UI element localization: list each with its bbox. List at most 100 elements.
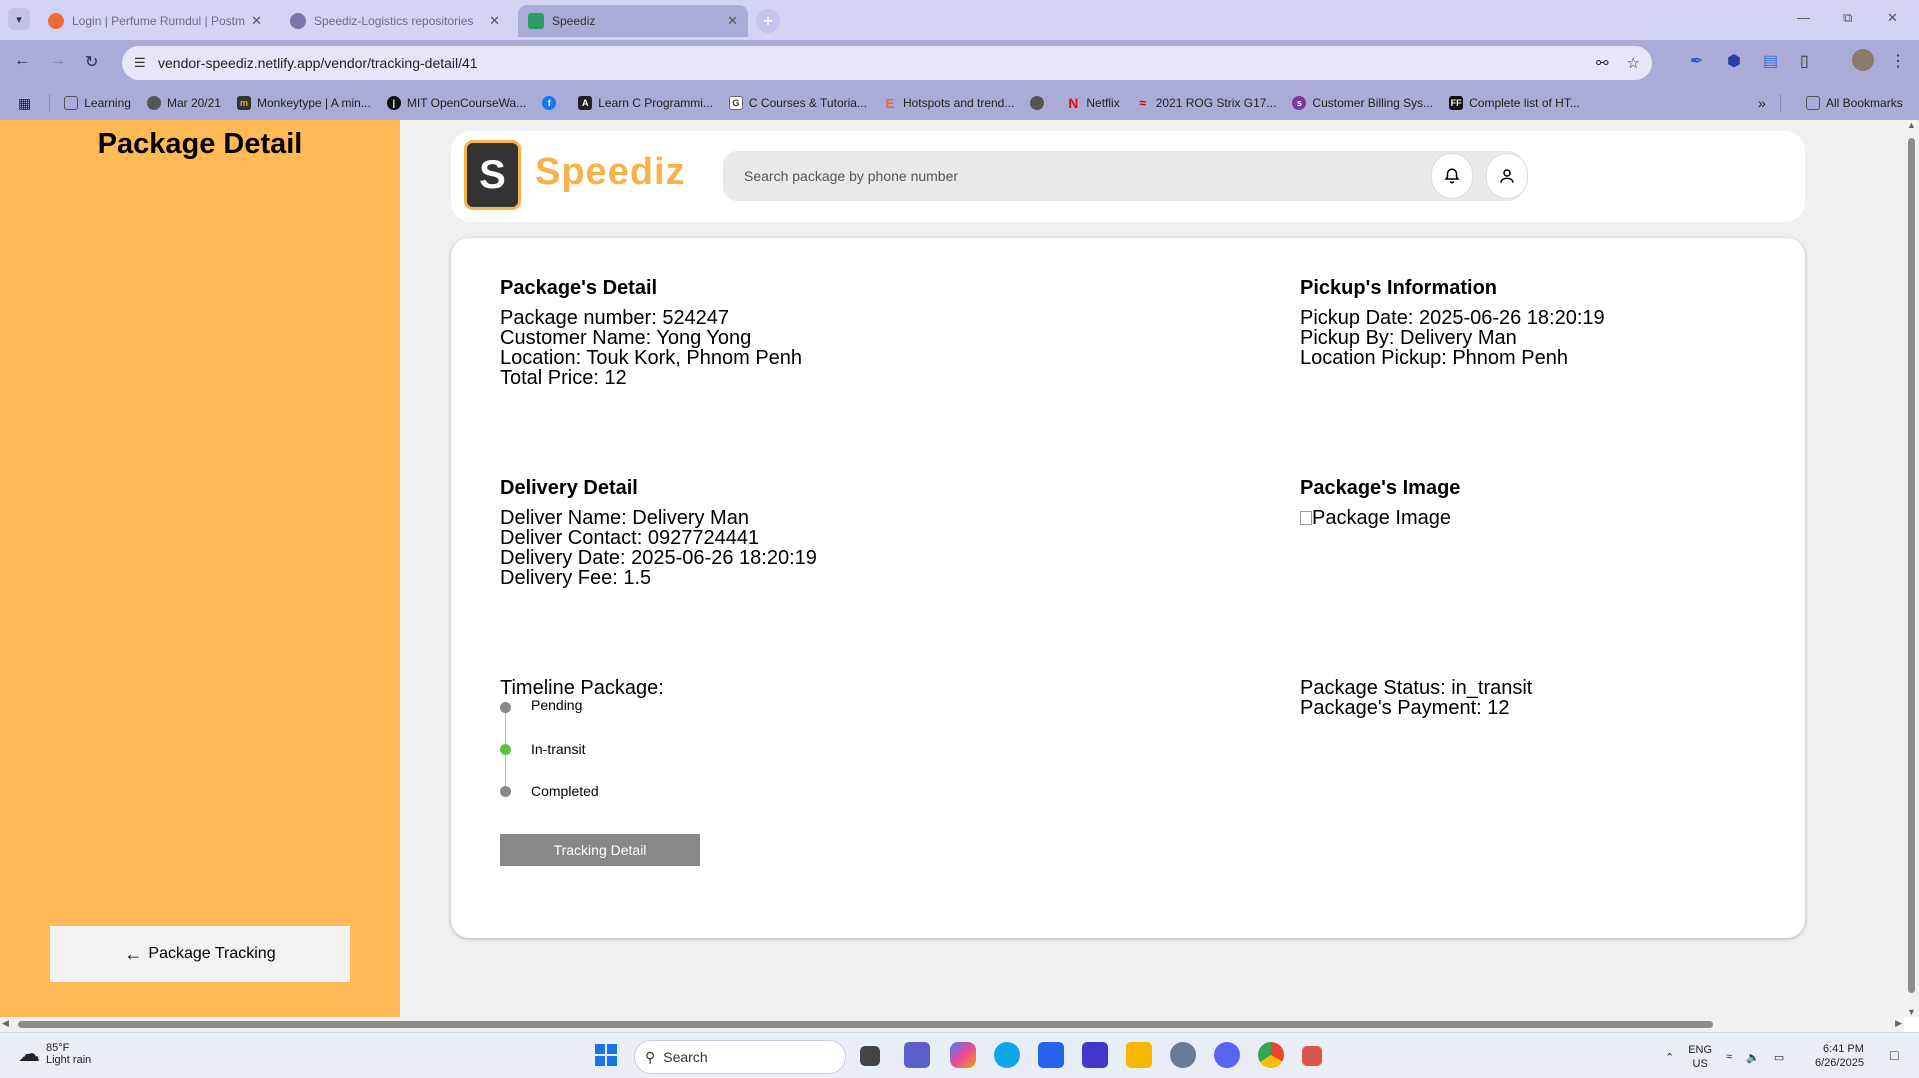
back-to-package-tracking-button[interactable]: ← Package Tracking — [50, 926, 350, 982]
scroll-up-icon[interactable]: ▲ — [1907, 120, 1916, 130]
battery-icon[interactable]: ▭ — [1774, 1051, 1784, 1064]
browser-tab-perfume[interactable]: Login | Perfume Rumdul | Postm ✕ — [38, 5, 272, 37]
tracking-detail-card: Package's Detail Package number: 524247 … — [451, 238, 1805, 938]
extensions-puzzle-icon[interactable]: ▯ — [1800, 51, 1809, 71]
package-number: Package number: 524247 — [500, 307, 730, 329]
tab-search-dropdown[interactable]: ▾ — [8, 8, 30, 30]
bookmark-hotspots[interactable]: E Hotspots and trend... — [883, 96, 1015, 111]
scroll-right-icon[interactable]: ▶ — [1895, 1018, 1902, 1029]
search-icon: ⚲ — [645, 1048, 656, 1065]
extension-pen-icon[interactable]: ✒ — [1690, 51, 1703, 71]
reload-icon[interactable]: ↻ — [85, 52, 98, 72]
notification-button[interactable] — [1431, 153, 1473, 199]
bookmark-rog[interactable]: ≈2021 ROG Strix G17... — [1136, 96, 1276, 110]
logo-letter: S — [479, 152, 506, 197]
horizontal-scrollbar[interactable]: ◀ ▶ — [0, 1017, 1904, 1032]
search-package-input[interactable] — [723, 151, 1523, 201]
close-tab-icon[interactable]: ✕ — [489, 13, 500, 29]
store-icon[interactable] — [1038, 1042, 1064, 1068]
task-view-icon[interactable] — [860, 1046, 880, 1066]
bookmark-label: Customer Billing Sys... — [1312, 96, 1434, 110]
step-label: Pending — [531, 697, 583, 713]
wifi-icon[interactable]: ≈ — [1726, 1051, 1732, 1063]
location-pickup: Location Pickup: Phnom Penh — [1300, 347, 1568, 369]
browser-menu-icon[interactable]: ⋮ — [1890, 51, 1906, 71]
step-dot-icon — [500, 785, 511, 797]
timeline-step-completed: Completed — [500, 770, 599, 812]
browser-tab-repositories[interactable]: Speediz-Logistics repositories ✕ — [280, 5, 510, 37]
location: Location: Touk Kork, Phnom Penh — [500, 347, 803, 369]
bookmark-monkeytype[interactable]: m Monkeytype | A min... — [236, 96, 371, 110]
bookmark-star-icon[interactable]: ☆ — [1627, 54, 1640, 72]
tab-title: Speediz — [552, 14, 596, 28]
vscode-icon[interactable] — [1082, 1042, 1108, 1068]
speediz-logo-icon[interactable]: S — [464, 140, 521, 210]
bell-icon — [1444, 168, 1460, 184]
bookmark-billing[interactable]: s Customer Billing Sys... — [1292, 96, 1433, 110]
all-bookmarks[interactable]: All Bookmarks — [1806, 96, 1903, 110]
taskbar-search[interactable]: ⚲ Search — [634, 1040, 846, 1074]
bookmark-facebook[interactable]: f — [542, 96, 562, 110]
minimize-icon[interactable]: — — [1797, 10, 1810, 25]
input-language[interactable]: ENG US — [1688, 1043, 1712, 1071]
edge-icon[interactable] — [994, 1042, 1020, 1068]
site-settings-icon[interactable]: ☰ — [134, 55, 146, 71]
forward-icon[interactable]: → — [50, 52, 66, 70]
step-dot-icon — [500, 701, 511, 713]
bookmark-learn-c[interactable]: A Learn C Programmi... — [578, 96, 713, 110]
pickup-info-section: Pickup's Information Pickup Date: 2025-0… — [1300, 278, 1605, 368]
browser-tab-speediz[interactable]: Speediz ✕ — [518, 5, 748, 37]
scrollbar-thumb[interactable] — [18, 1021, 1713, 1028]
close-tab-icon[interactable]: ✕ — [251, 13, 262, 29]
address-bar[interactable]: ☰ vendor-speediz.netlify.app/vendor/trac… — [122, 46, 1652, 80]
windows-start-icon[interactable] — [594, 1043, 620, 1069]
g-icon: G — [728, 96, 743, 110]
scroll-down-icon[interactable]: ▼ — [1907, 1007, 1916, 1017]
learnc-icon: A — [578, 96, 593, 110]
clock-date: 6/26/2025 — [1815, 1057, 1864, 1069]
network-globe-icon[interactable] — [1170, 1042, 1196, 1068]
scroll-left-icon[interactable]: ◀ — [2, 1018, 9, 1029]
folder-icon — [64, 96, 79, 110]
translate-icon[interactable]: ▤ — [1763, 51, 1778, 71]
file-explorer-icon[interactable] — [1126, 1042, 1152, 1068]
profile-avatar[interactable] — [1852, 49, 1874, 71]
deliver-contact: Deliver Contact: 0927724441 — [500, 527, 760, 549]
arrow-left-icon: ← — [124, 943, 143, 964]
bookmark-learning[interactable]: Learning — [64, 96, 131, 110]
copilot-icon[interactable] — [950, 1042, 976, 1068]
close-window-icon[interactable]: ✕ — [1887, 10, 1898, 26]
bookmark-html-list[interactable]: FF Complete list of HT... — [1449, 96, 1580, 110]
user-icon — [1500, 169, 1514, 183]
bookmark-c-courses[interactable]: G C Courses & Tutoria... — [728, 96, 867, 110]
extension-badge-icon[interactable]: ⬢ — [1727, 51, 1741, 71]
show-hidden-icons-icon[interactable]: ⌃ — [1665, 1051, 1674, 1064]
volume-icon[interactable]: 🔈 — [1746, 1051, 1760, 1064]
bookmark-mit[interactable]: | MIT OpenCourseWa... — [386, 96, 526, 110]
chrome-icon[interactable] — [1258, 1042, 1284, 1068]
tracking-detail-button[interactable]: Tracking Detail — [500, 834, 700, 866]
back-icon[interactable]: ← — [14, 52, 30, 70]
taskbar-clock[interactable]: 6:41 PM 6/26/2025 — [1815, 1042, 1864, 1070]
discord-icon[interactable] — [1214, 1042, 1240, 1068]
teams-icon[interactable] — [904, 1042, 930, 1068]
apps-grid-icon[interactable]: ▦ — [18, 95, 31, 112]
back-button-label: Package Tracking — [148, 945, 276, 962]
vertical-scrollbar[interactable]: ▲ ▼ — [1904, 120, 1919, 1017]
scrollbar-thumb[interactable] — [1908, 138, 1915, 993]
snipping-tool-icon[interactable] — [1302, 1046, 1322, 1066]
rog-icon: ≈ — [1139, 96, 1146, 110]
weather-temp: 85°F — [46, 1042, 70, 1054]
weather-widget[interactable]: ☁ 85°F Light rain — [18, 1041, 91, 1067]
close-tab-icon[interactable]: ✕ — [727, 13, 738, 29]
new-tab-button[interactable]: + — [756, 9, 780, 33]
bookmark-globe[interactable] — [1030, 96, 1050, 110]
package-image-alt: Package Image — [1312, 507, 1451, 529]
bookmark-mar[interactable]: Mar 20/21 — [146, 96, 221, 110]
bookmark-netflix[interactable]: N Netflix — [1066, 95, 1119, 111]
restore-icon[interactable]: ⧉ — [1843, 10, 1852, 26]
more-bookmarks-icon[interactable]: » — [1758, 95, 1766, 111]
notification-center-icon[interactable]: □ — [1890, 1047, 1898, 1063]
password-key-icon[interactable]: ⚯ — [1596, 54, 1609, 72]
profile-button[interactable] — [1486, 153, 1528, 199]
